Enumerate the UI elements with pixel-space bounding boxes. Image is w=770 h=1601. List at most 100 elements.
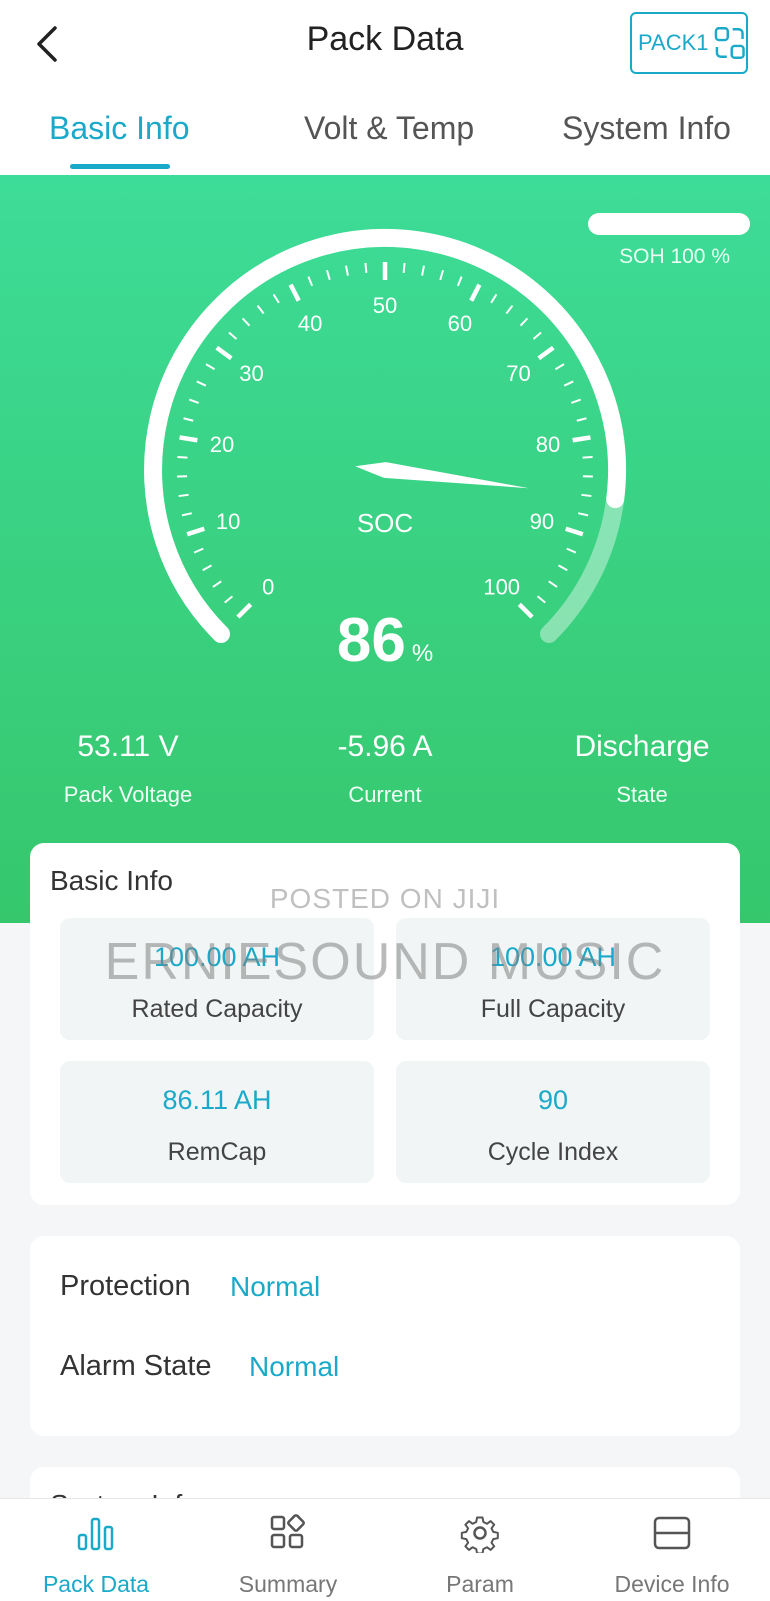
nav-device-info[interactable]: Device Info (576, 1499, 768, 1601)
stat-label: Pack Voltage (0, 782, 256, 808)
gauge-minor-tick (197, 381, 206, 385)
gauge-minor-tick (555, 364, 564, 369)
gauge-minor-tick (491, 294, 496, 302)
stat-state: Discharge State (514, 730, 770, 808)
gauge-major-tick (566, 529, 583, 535)
soc-number: 86 (337, 606, 406, 675)
gauge-major-tick (217, 348, 232, 359)
pack-label: PACK1 (638, 30, 709, 56)
gauge-minor-tick (365, 263, 366, 273)
tile-value: 90 (396, 1085, 710, 1116)
gauge-minor-tick (206, 364, 215, 369)
gauge-minor-tick (179, 495, 189, 496)
gauge-minor-tick (229, 332, 237, 339)
watermark-line1: POSTED ON JIJI (0, 883, 770, 915)
soc-panel: SOH 100 % 0102030405060708090100 SOC 86%… (0, 175, 770, 923)
gauge-minor-tick (203, 565, 212, 570)
gauge-minor-tick (213, 581, 221, 587)
gauge-minor-tick (521, 318, 528, 325)
protection-value: Normal (230, 1271, 320, 1303)
gauge-tick-label: 10 (216, 509, 240, 534)
gauge-major-tick (471, 285, 479, 301)
bottom-nav: Pack Data Summary Param Device Info (0, 1498, 770, 1601)
nav-label: Device Info (576, 1571, 768, 1598)
gauge-minor-tick (506, 306, 512, 314)
protection-card: Protection Normal Alarm State Normal (30, 1236, 740, 1436)
gauge-minor-tick (243, 318, 250, 325)
gauge-minor-tick (440, 270, 443, 280)
device-icon (652, 1513, 692, 1553)
tile-label: Full Capacity (396, 995, 710, 1024)
nav-summary[interactable]: Summary (192, 1499, 384, 1601)
tile-label: Cycle Index (396, 1138, 710, 1167)
gauge-minor-tick (583, 457, 593, 458)
soc-center-label: SOC (357, 508, 413, 538)
bar-chart-icon (76, 1513, 116, 1553)
gauge-minor-tick (274, 294, 279, 302)
gauge-tick-label: 0 (262, 575, 274, 600)
gauge-labels: 0102030405060708090100 (210, 293, 560, 600)
tile-label: Rated Capacity (60, 995, 374, 1024)
gauge-minor-tick (578, 513, 588, 515)
stat-current: -5.96 A Current (257, 730, 513, 808)
gauge-tick-label: 100 (483, 575, 520, 600)
header: Pack Data PACK1 Basic Info Volt & Temp S… (0, 0, 770, 175)
stat-value: 53.11 V (0, 730, 256, 764)
gauge-minor-tick (564, 381, 573, 385)
nav-label: Pack Data (0, 1571, 192, 1598)
gauge-minor-tick (571, 400, 580, 403)
nav-param[interactable]: Param (384, 1499, 576, 1601)
gauge-minor-tick (577, 418, 587, 420)
soc-value: 86% (0, 605, 770, 676)
gauge-minor-tick (538, 596, 546, 602)
gauge-major-tick (291, 285, 299, 301)
pack-selector-button[interactable]: PACK1 (630, 12, 748, 74)
watermark-line2: ERNIESOUND MUSIC (0, 932, 770, 992)
gauge-needle (355, 462, 529, 488)
tab-indicator (70, 164, 170, 169)
gauge-tick-label: 30 (239, 361, 263, 386)
gauge-minor-tick (559, 565, 568, 570)
stat-pack-voltage: 53.11 V Pack Voltage (0, 730, 256, 808)
gauge-tick-label: 80 (536, 432, 560, 457)
gauge-minor-tick (225, 596, 233, 602)
gauge-major-tick (539, 348, 554, 359)
gauge-minor-tick (404, 263, 405, 273)
stat-value: Discharge (514, 730, 770, 764)
tab-basic-info[interactable]: Basic Info (49, 110, 190, 147)
gauge-tick-label: 70 (506, 361, 530, 386)
tile-remcap: 86.11 AH RemCap (60, 1061, 374, 1183)
tile-label: RemCap (60, 1138, 374, 1167)
tab-system-info[interactable]: System Info (562, 110, 731, 147)
gear-icon (460, 1513, 500, 1553)
gauge-tick-label: 40 (298, 311, 322, 336)
alarm-state-value: Normal (249, 1351, 339, 1383)
gauge-minor-tick (177, 457, 187, 458)
gauge-tick-label: 90 (530, 509, 554, 534)
nav-label: Param (384, 1571, 576, 1598)
gauge-major-tick (187, 529, 204, 535)
nav-label: Summary (192, 1571, 384, 1598)
gauge-minor-tick (458, 277, 462, 286)
tile-cycle-index: 90 Cycle Index (396, 1061, 710, 1183)
tab-volt-temp[interactable]: Volt & Temp (304, 110, 474, 147)
tile-value: 86.11 AH (60, 1085, 374, 1116)
switch-pack-icon (713, 25, 746, 61)
soc-unit: % (412, 640, 433, 667)
gauge-minor-tick (182, 513, 192, 515)
tab-bar: Basic Info Volt & Temp System Info (0, 100, 770, 175)
nav-pack-data[interactable]: Pack Data (0, 1499, 192, 1601)
stat-label: Current (257, 782, 513, 808)
gauge-minor-tick (308, 277, 312, 286)
gauge-major-tick (180, 437, 198, 440)
gauge-tick-label: 20 (210, 432, 234, 457)
gauge-tick-label: 60 (448, 311, 472, 336)
gauge-minor-tick (567, 549, 576, 553)
protection-label: Protection (60, 1270, 191, 1303)
gauge-minor-tick (346, 266, 348, 276)
gauge-minor-tick (534, 332, 542, 339)
gauge-minor-tick (258, 306, 264, 314)
stat-value: -5.96 A (257, 730, 513, 764)
gauge-minor-tick (189, 400, 198, 403)
gauge-minor-tick (422, 266, 424, 276)
